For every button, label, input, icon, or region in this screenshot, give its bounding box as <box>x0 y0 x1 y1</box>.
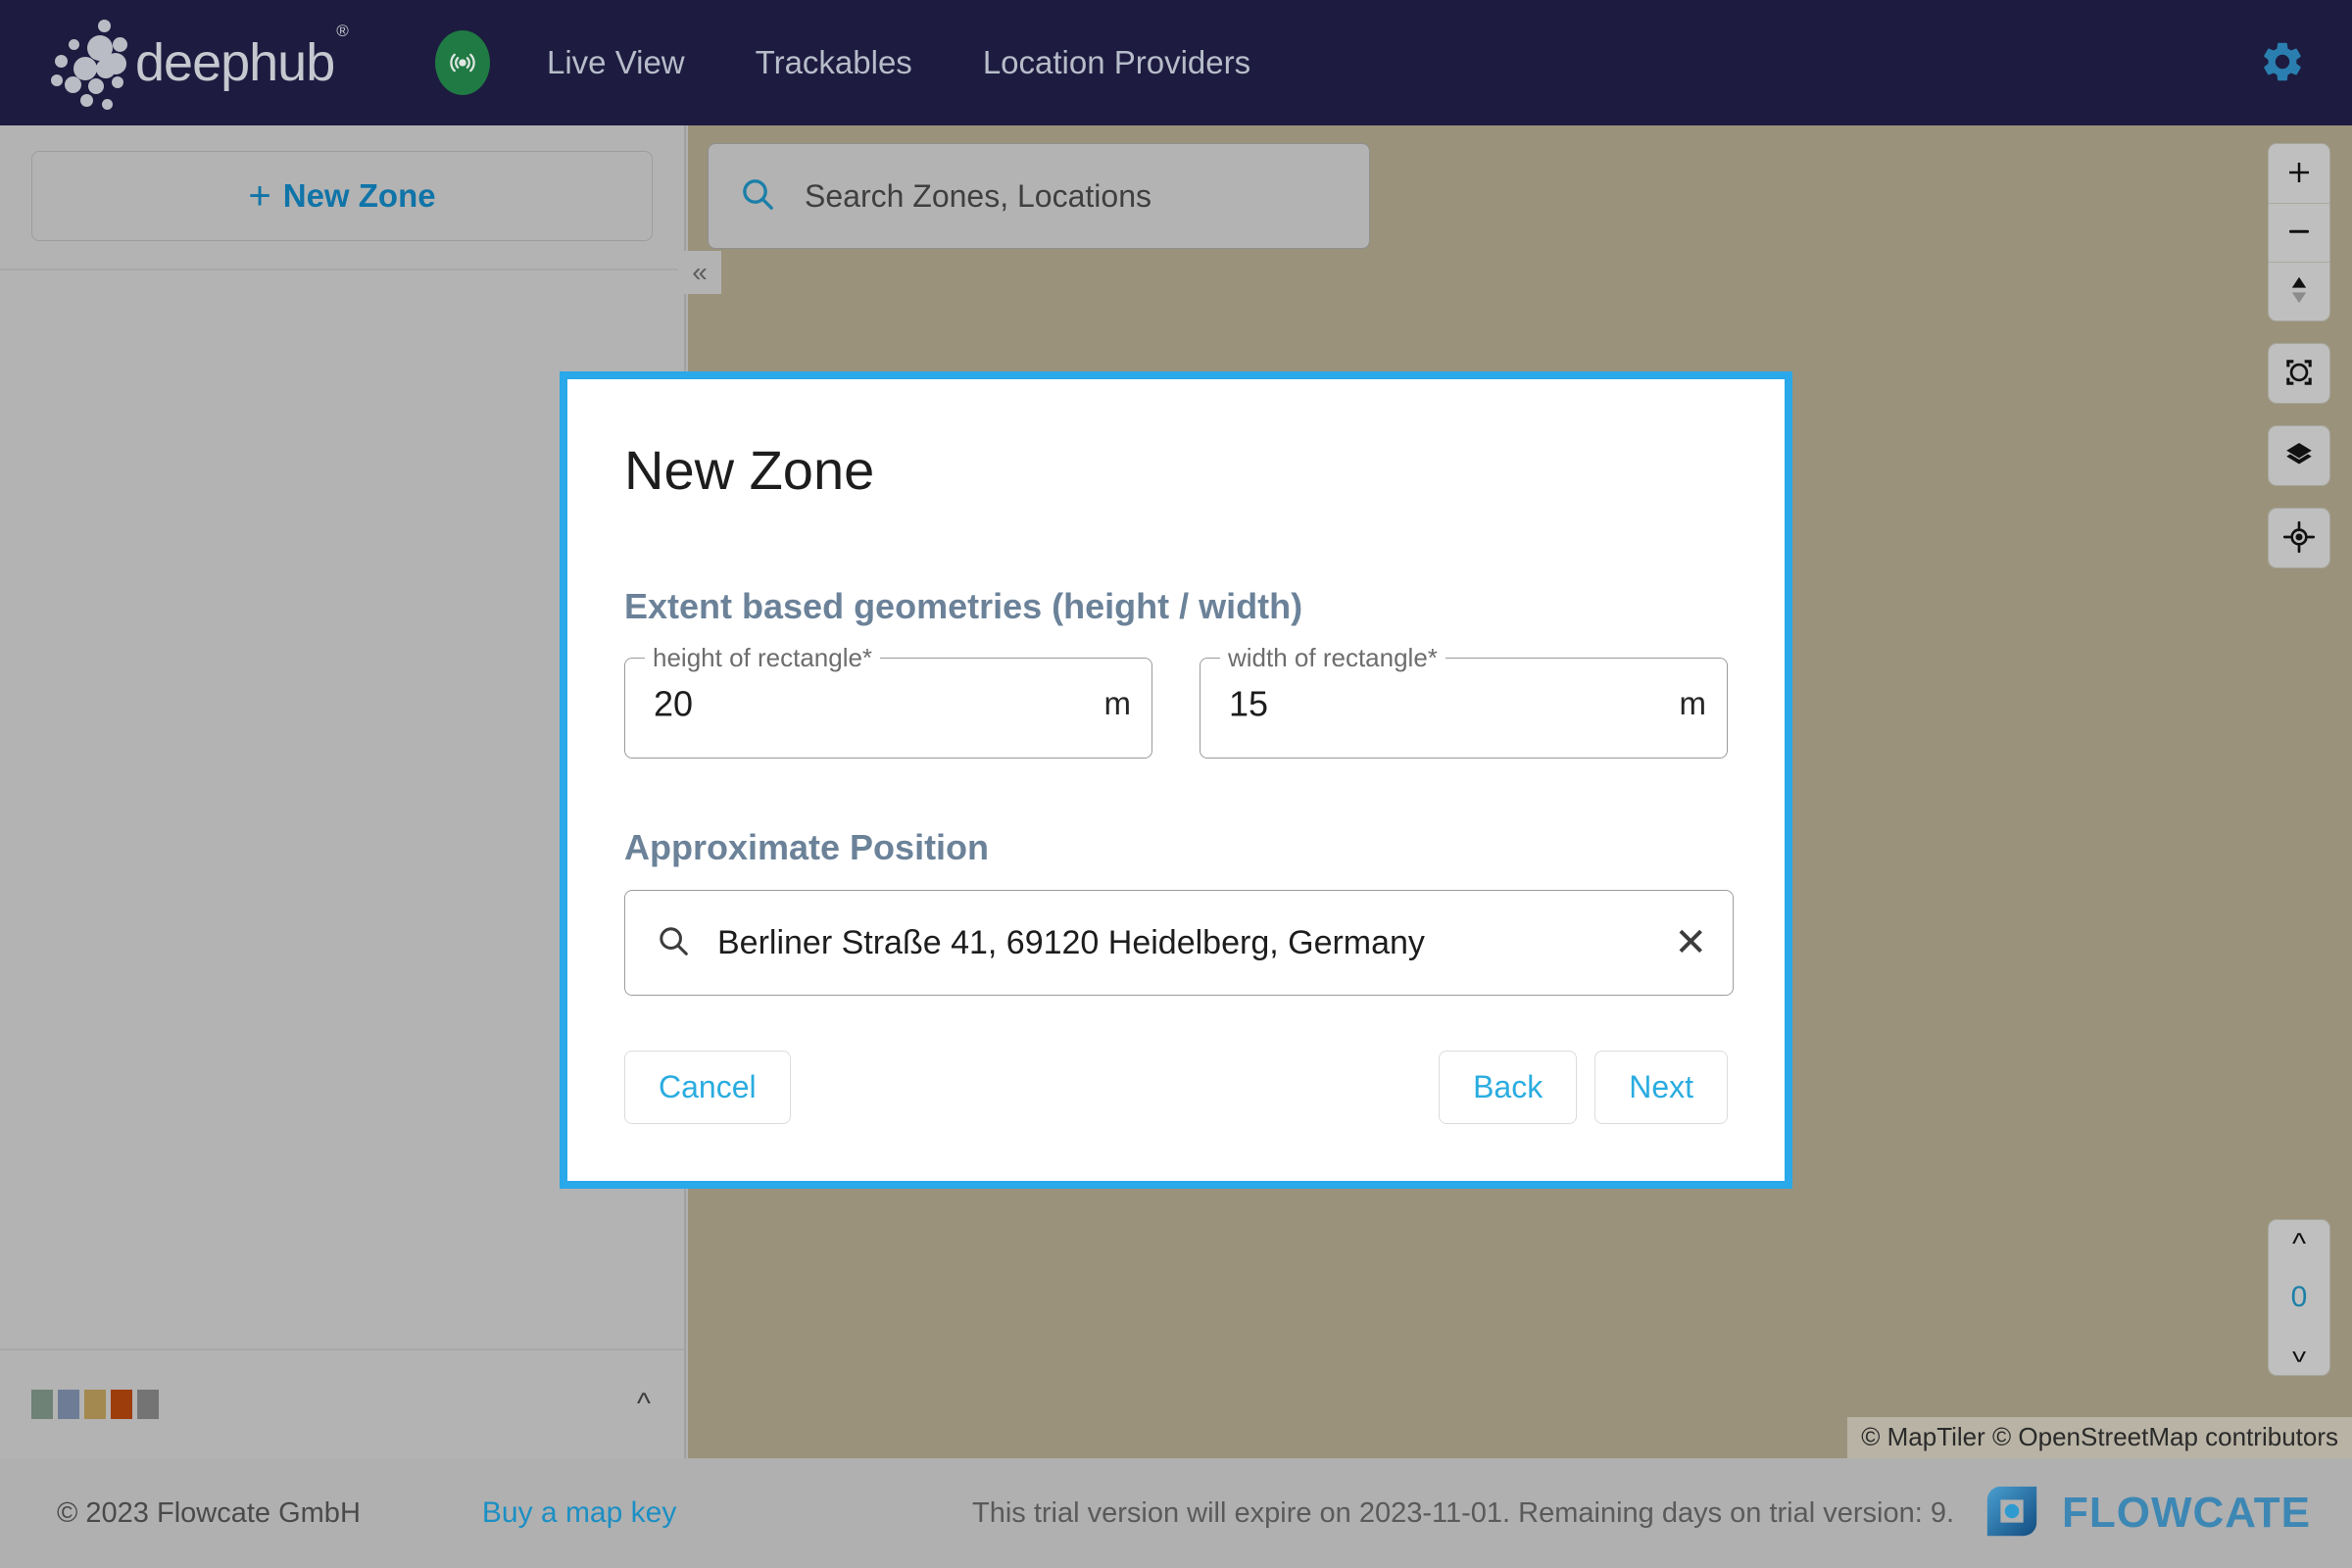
width-of-rectangle-label: width of rectangle* <box>1228 643 1438 672</box>
map-attribution[interactable]: © MapTiler © OpenStreetMap contributors <box>1847 1417 2352 1458</box>
height-of-rectangle-label: height of rectangle* <box>653 643 873 672</box>
map-search-input[interactable]: Search Zones, Locations <box>708 143 1370 249</box>
dialog-actions: Cancel Back Next <box>624 1051 1728 1124</box>
double-chevron-left-icon: « <box>692 257 708 287</box>
map-controls <box>2268 143 2330 568</box>
legend-swatch <box>84 1390 106 1419</box>
top-navigation-bar: deephub® Live View Trackables Location P… <box>0 0 2352 125</box>
compass-button[interactable] <box>2269 262 2329 320</box>
new-zone-area: + New Zone <box>0 125 684 270</box>
new-zone-button-label: New Zone <box>282 177 436 214</box>
height-unit: m <box>1103 685 1132 722</box>
fit-bounds-control <box>2268 343 2330 404</box>
next-button[interactable]: Next <box>1594 1051 1728 1124</box>
settings-button[interactable] <box>2254 34 2311 91</box>
geometry-fields: height of rectangle* 20 m width of recta… <box>624 643 1728 759</box>
new-zone-button[interactable]: + New Zone <box>31 151 653 241</box>
back-button[interactable]: Back <box>1439 1051 1578 1124</box>
floor-level-selector: ^ 0 ^ <box>2268 1219 2330 1376</box>
fit-bounds-button[interactable] <box>2269 344 2329 403</box>
fit-bounds-icon <box>2282 356 2316 392</box>
deephub-logo-text: deephub® <box>135 22 349 92</box>
section-heading-geometry: Extent based geometries (height / width) <box>624 586 1303 626</box>
nav-item-live-view[interactable]: Live View <box>547 44 685 81</box>
approximate-position-value: Berliner Straße 41, 69120 Heidelberg, Ge… <box>717 923 1425 961</box>
plus-icon: + <box>248 174 271 218</box>
flowcate-logo-icon <box>1982 1481 2042 1546</box>
height-of-rectangle-field[interactable]: height of rectangle* 20 m <box>624 643 1152 759</box>
legend-swatch <box>31 1390 53 1419</box>
chevron-down-icon[interactable]: ^ <box>2292 1335 2306 1367</box>
cancel-button[interactable]: Cancel <box>624 1051 791 1124</box>
locate-button[interactable] <box>2269 509 2329 567</box>
deephub-logo[interactable]: deephub® <box>51 16 374 110</box>
deephub-logo-mark <box>51 16 135 110</box>
flowcate-logo: FLOWCATE <box>1982 1481 2311 1546</box>
locate-icon <box>2282 520 2316 557</box>
legend-bar: ^ <box>0 1348 684 1458</box>
search-icon <box>738 174 777 219</box>
layers-button[interactable] <box>2269 426 2329 485</box>
close-icon[interactable]: ✕ <box>1674 923 1707 962</box>
legend-swatch <box>58 1390 79 1419</box>
chevron-up-icon[interactable]: ^ <box>637 1390 651 1419</box>
gear-icon <box>2259 38 2306 88</box>
nav-item-location-providers[interactable]: Location Providers <box>983 44 1250 81</box>
width-of-rectangle-field[interactable]: width of rectangle* 15 m <box>1200 643 1728 759</box>
buy-map-key-link[interactable]: Buy a map key <box>482 1496 676 1530</box>
minus-icon <box>2284 217 2314 249</box>
compass-icon <box>2284 272 2314 311</box>
legend-swatch <box>137 1390 159 1419</box>
sidebar-collapse-button[interactable]: « <box>678 251 721 294</box>
zoom-out-button[interactable] <box>2269 203 2329 262</box>
nav-item-trackables[interactable]: Trackables <box>756 44 912 81</box>
flowcate-logo-text: FLOWCATE <box>2061 1489 2311 1537</box>
copyright-text: © 2023 Flowcate GmbH <box>57 1496 361 1529</box>
search-icon <box>655 922 692 964</box>
broadcast-icon[interactable] <box>435 30 490 95</box>
width-unit: m <box>1679 685 1707 722</box>
floor-level-value: 0 <box>2290 1281 2308 1313</box>
map-search-placeholder: Search Zones, Locations <box>805 177 1152 214</box>
approximate-position-input[interactable]: Berliner Straße 41, 69120 Heidelberg, Ge… <box>624 890 1734 996</box>
locate-control <box>2268 508 2330 568</box>
page-footer: © 2023 Flowcate GmbH Buy a map key This … <box>0 1458 2352 1568</box>
app-root: deephub® Live View Trackables Location P… <box>0 0 2352 1568</box>
zoom-in-button[interactable] <box>2269 144 2329 203</box>
plus-icon <box>2284 158 2314 190</box>
chevron-up-icon[interactable]: ^ <box>2292 1230 2306 1259</box>
layers-control <box>2268 425 2330 486</box>
legend-swatch <box>111 1390 132 1419</box>
height-of-rectangle-value: 20 <box>654 683 694 724</box>
trial-notice: This trial version will expire on 2023-1… <box>972 1496 1955 1529</box>
width-of-rectangle-value: 15 <box>1229 683 1269 724</box>
layers-icon <box>2282 438 2316 474</box>
new-zone-dialog: New Zone Extent based geometries (height… <box>560 371 1792 1189</box>
legend-swatches <box>31 1390 159 1419</box>
main-nav: Live View Trackables Location Providers <box>547 44 1250 81</box>
zoom-control-group <box>2268 143 2330 321</box>
dialog-title: New Zone <box>624 439 875 501</box>
section-heading-position: Approximate Position <box>624 827 990 867</box>
